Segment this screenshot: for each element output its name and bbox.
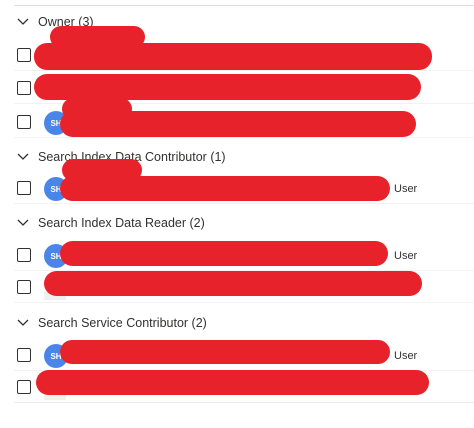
group-label: Search Service Contributor (2) — [38, 316, 207, 330]
bottom-divider — [14, 402, 474, 403]
row-checkbox[interactable] — [17, 48, 31, 62]
principal-type: User — [394, 250, 418, 262]
redaction-mark — [34, 43, 432, 70]
row-divider — [14, 137, 474, 138]
redaction-mark — [34, 74, 421, 100]
group-label: Search Index Data Reader (2) — [38, 216, 205, 230]
chevron-down-icon[interactable] — [14, 13, 32, 31]
redaction-mark — [60, 340, 390, 364]
redaction-mark — [60, 111, 416, 137]
row-divider — [14, 203, 474, 204]
row-checkbox[interactable] — [17, 181, 31, 195]
row-checkbox[interactable] — [17, 248, 31, 262]
row-divider — [14, 70, 474, 71]
redaction-mark — [60, 241, 388, 266]
top-divider — [14, 5, 474, 6]
redaction-mark — [60, 176, 390, 201]
group-header-search-service-contributor[interactable]: Search Service Contributor (2) — [14, 312, 207, 334]
chevron-down-icon[interactable] — [14, 148, 32, 166]
principal-type: User — [394, 350, 418, 362]
row-checkbox[interactable] — [17, 348, 31, 362]
row-checkbox[interactable] — [17, 280, 31, 294]
principal-type: User — [394, 183, 418, 195]
group-header-search-index-data-reader[interactable]: Search Index Data Reader (2) — [14, 212, 205, 234]
row-divider — [14, 302, 474, 303]
redaction-mark — [36, 370, 429, 395]
chevron-down-icon[interactable] — [14, 214, 32, 232]
row-checkbox[interactable] — [17, 115, 31, 129]
row-checkbox[interactable] — [17, 81, 31, 95]
row-checkbox[interactable] — [17, 380, 31, 394]
redaction-mark — [44, 271, 422, 296]
chevron-down-icon[interactable] — [14, 314, 32, 332]
